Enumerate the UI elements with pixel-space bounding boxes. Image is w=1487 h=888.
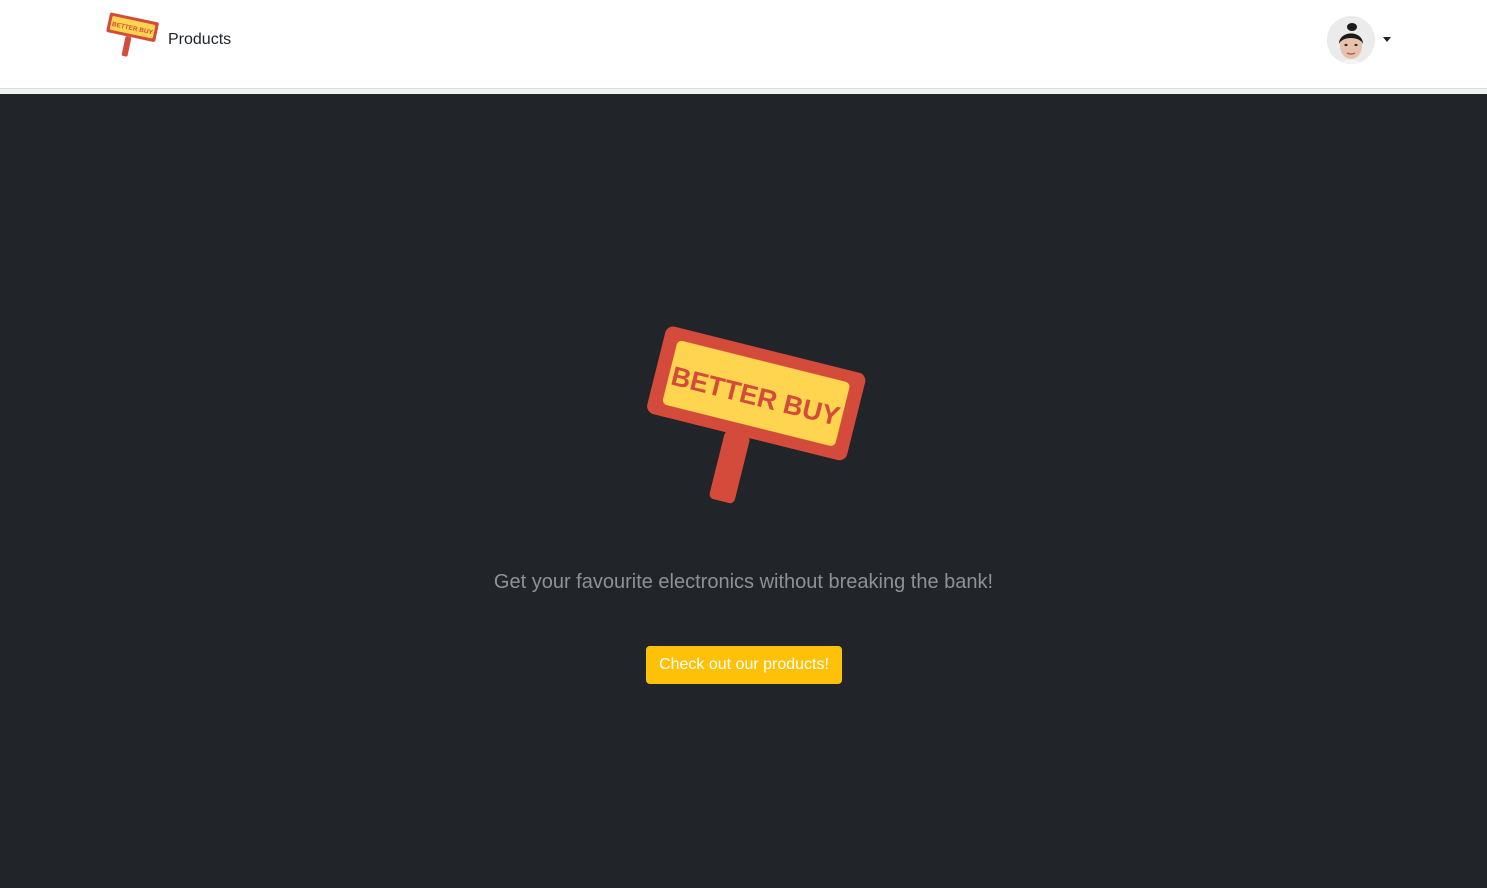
user-menu-toggle[interactable] [1327, 16, 1397, 66]
hero-tagline: Get your favourite electronics without b… [493, 571, 994, 593]
brand-logo[interactable]: BETTER BUY [102, 12, 160, 58]
nav-products-link[interactable]: Products [168, 31, 231, 49]
top-navbar: BETTER BUY Products [0, 0, 1487, 89]
navbar-divider [0, 89, 1487, 94]
user-avatar[interactable] [1327, 16, 1375, 64]
caret-down-icon[interactable] [1383, 37, 1391, 42]
check-products-button[interactable]: Check out our products! [646, 646, 842, 684]
hero-logo: BETTER BUY [647, 326, 866, 504]
avatar-image [1327, 16, 1375, 64]
